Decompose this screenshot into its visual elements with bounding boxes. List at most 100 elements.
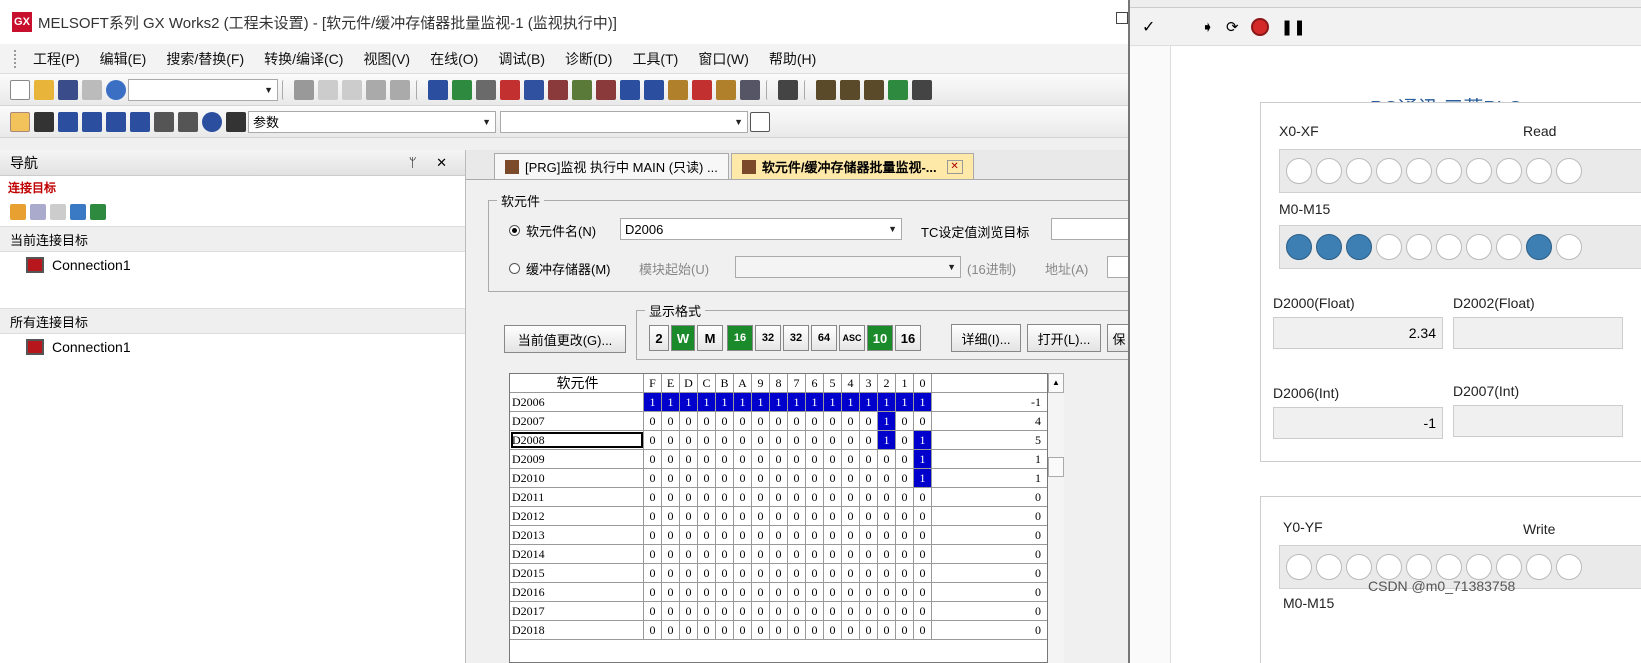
bit-cell[interactable]: 0 [896,507,914,525]
device-name-cell[interactable]: D2009 [510,450,644,468]
bit-cell[interactable]: 0 [788,412,806,430]
bit-cell[interactable]: 0 [842,488,860,506]
bit-cell[interactable]: 0 [842,431,860,449]
y-led-toggle[interactable] [1286,554,1312,580]
device-name-cell[interactable]: D2007 [510,412,644,430]
bit-cell[interactable]: 0 [914,507,932,525]
bit-cell[interactable]: 0 [896,564,914,582]
value-cell[interactable]: 0 [932,564,1047,582]
bit-cell[interactable]: 0 [698,469,716,487]
copy-icon[interactable] [318,79,338,100]
y-led-toggle[interactable] [1466,554,1492,580]
format-word-button[interactable]: W [671,325,695,351]
y-led-toggle[interactable] [1316,554,1342,580]
bit-cell[interactable]: 0 [914,412,932,430]
bit-cell[interactable]: 0 [752,431,770,449]
zoom-icon[interactable] [178,111,198,132]
bit-cell[interactable]: 0 [878,583,896,601]
d2000-value-field[interactable]: 2.34 [1273,317,1443,349]
device-name-cell[interactable]: D2018 [510,621,644,639]
bit-cell[interactable]: 0 [878,564,896,582]
d2006-value-field[interactable]: -1 [1273,407,1443,439]
device-name-cell[interactable]: D2010 [510,469,644,487]
bit-cell[interactable]: 0 [734,469,752,487]
bit-cell[interactable]: 0 [824,583,842,601]
bit-cell[interactable]: 0 [644,431,662,449]
refresh-icon[interactable]: ⟳ [1226,18,1239,36]
table-row[interactable]: D2018 0 0 0 0 0 0 0 0 0 0 0 0 0 0 0 0 0 [510,621,1047,640]
bit-cell[interactable]: 0 [770,564,788,582]
bit-cell[interactable]: 0 [752,469,770,487]
bit-cell[interactable]: 0 [680,564,698,582]
bit-cell[interactable]: 0 [716,621,734,639]
scroll-up-icon[interactable]: ▲ [1048,373,1064,393]
bit-cell[interactable]: 1 [878,393,896,411]
bit-cell[interactable]: 0 [824,450,842,468]
format-hex-button[interactable]: 16 [895,325,921,351]
scroll-thumb[interactable] [1048,457,1064,477]
bit-cell[interactable]: 0 [698,564,716,582]
value-cell[interactable]: 0 [932,583,1047,601]
bit-cell[interactable]: 0 [662,431,680,449]
menu-find-replace[interactable]: 搜索/替换(F) [156,49,254,69]
bit-cell[interactable]: 0 [860,564,878,582]
bit-cell[interactable]: 0 [770,412,788,430]
bit-cell[interactable]: 0 [878,621,896,639]
device-batch-icon[interactable] [644,79,664,100]
start-arrow-icon[interactable]: ➧ [1201,18,1214,36]
bit-cell[interactable]: 0 [770,545,788,563]
format-16bit-button[interactable]: 16 [727,325,753,351]
tab-prg-monitor[interactable]: [PRG]监视 执行中 MAIN (只读) ... [494,153,729,179]
bit-cell[interactable]: 0 [698,621,716,639]
bit-cell[interactable]: 0 [788,583,806,601]
y-led-toggle[interactable] [1346,554,1372,580]
menu-help[interactable]: 帮助(H) [759,49,826,69]
bit-cell[interactable]: 0 [662,469,680,487]
bit-cell[interactable]: 0 [680,469,698,487]
d2002-value-field[interactable] [1453,317,1623,349]
bit-cell[interactable]: 0 [716,488,734,506]
bit-cell[interactable]: 0 [806,545,824,563]
parameter-combo[interactable]: 参数 ▼ [248,110,496,133]
bit-cell[interactable]: 0 [788,431,806,449]
bit-cell[interactable]: 0 [662,564,680,582]
toolbar-combo-1[interactable]: ▼ [128,78,278,101]
find-contact-icon[interactable] [572,79,592,100]
bit-cell[interactable]: 0 [878,488,896,506]
bit-cell[interactable]: 0 [662,450,680,468]
value-cell[interactable]: 0 [932,526,1047,544]
new-file-icon[interactable] [10,79,30,100]
buffer-memory-radio[interactable]: 缓冲存储器(M) [509,259,611,278]
table-row[interactable]: D2008 0 0 0 0 0 0 0 0 0 0 0 0 0 1 0 1 5 [510,431,1047,450]
menu-online[interactable]: 在线(O) [420,49,488,69]
bit-cell[interactable]: 0 [644,469,662,487]
step-over-icon[interactable] [864,79,884,100]
value-cell[interactable]: 4 [932,412,1047,430]
bit-cell[interactable]: 0 [860,602,878,620]
bit-cell[interactable]: 1 [644,393,662,411]
bit-cell[interactable]: 0 [788,450,806,468]
bit-cell[interactable]: 0 [770,431,788,449]
bit-cell[interactable]: 0 [752,507,770,525]
bit-cell[interactable]: 0 [788,602,806,620]
bit-cell[interactable]: 0 [806,507,824,525]
table-row[interactable]: D2013 0 0 0 0 0 0 0 0 0 0 0 0 0 0 0 0 0 [510,526,1047,545]
x-led-indicator[interactable] [1406,158,1432,184]
bit-cell[interactable]: 0 [860,431,878,449]
m-led-indicator[interactable] [1496,234,1522,260]
bit-cell[interactable]: 0 [842,412,860,430]
bit-cell[interactable]: 0 [698,602,716,620]
bit-cell[interactable]: 0 [644,450,662,468]
bit-cell[interactable]: 0 [752,526,770,544]
format-ascii-button[interactable]: ASC [839,325,865,351]
step-icon[interactable] [816,79,836,100]
bit-cell[interactable]: 0 [896,469,914,487]
bit-cell[interactable]: 0 [680,545,698,563]
tc-setting-field[interactable] [1051,218,1128,240]
bit-cell[interactable]: 0 [824,431,842,449]
menu-project[interactable]: 工程(P) [23,49,90,69]
device-name-cell[interactable]: D2006 [510,393,644,411]
y-led-toggle[interactable] [1376,554,1402,580]
bit-cell[interactable]: 1 [914,450,932,468]
bit-cell[interactable]: 0 [824,545,842,563]
